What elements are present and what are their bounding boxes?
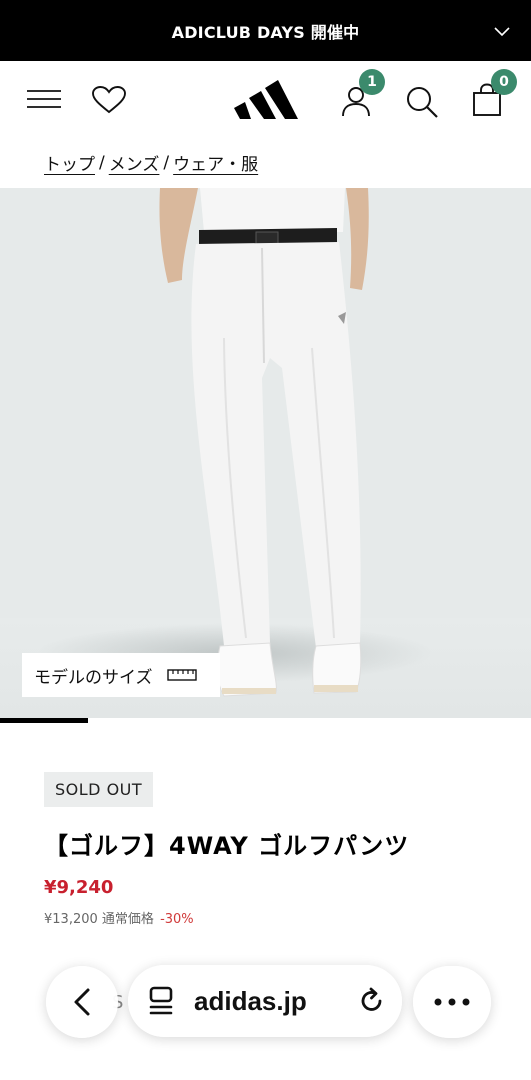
discount-percent: -30% — [160, 912, 194, 927]
chevron-down-icon[interactable] — [493, 22, 511, 40]
gallery-progress-track — [0, 718, 531, 723]
ruler-icon — [166, 669, 197, 681]
hamburger-menu-icon[interactable] — [27, 89, 61, 111]
promo-banner[interactable]: ADICLUB DAYS 開催中 — [0, 0, 531, 61]
breadcrumb-mens[interactable]: メンズ — [109, 150, 160, 175]
original-price-label: 通常価格 — [101, 912, 154, 927]
original-price-line: ¥13,200 通常価格 -30% — [44, 908, 194, 927]
sale-price: ¥9,240 — [44, 877, 114, 898]
breadcrumb-separator: / — [163, 152, 170, 173]
url-text: adidas.jp — [194, 985, 307, 1016]
breadcrumb-wear[interactable]: ウェア・服 — [173, 150, 258, 175]
site-header: 1 0 — [0, 61, 531, 139]
browser-back-button[interactable] — [46, 966, 118, 1038]
status-badge: SOLD OUT — [44, 772, 154, 807]
product-title: 【ゴルフ】4WAY ゴルフパンツ — [44, 832, 410, 860]
back-arrow-icon — [74, 988, 90, 1016]
gallery-progress-fill — [0, 718, 89, 723]
page-menu-icon[interactable] — [148, 986, 174, 1016]
browser-address-bar[interactable]: adidas.jp — [128, 965, 402, 1037]
model-size-button[interactable]: モデルのサイズ — [22, 653, 220, 697]
search-icon[interactable] — [405, 85, 439, 119]
promo-text: ADICLUB DAYS 開催中 — [171, 22, 360, 42]
reload-icon[interactable] — [358, 987, 386, 1015]
model-size-label: モデルのサイズ — [34, 667, 153, 688]
product-image[interactable]: モデルのサイズ — [0, 188, 531, 718]
original-price: ¥13,200 — [44, 912, 98, 927]
breadcrumb-top[interactable]: トップ — [44, 150, 95, 175]
product-photo-illustration — [159, 188, 369, 697]
heart-icon[interactable] — [91, 85, 127, 115]
more-dots-icon — [434, 998, 470, 1006]
adidas-logo-icon[interactable] — [232, 76, 298, 120]
breadcrumb: トップ / メンズ / ウェア・服 — [44, 150, 258, 176]
browser-more-button[interactable] — [413, 966, 491, 1038]
account-badge: 1 — [359, 69, 385, 95]
cart-badge: 0 — [491, 69, 517, 95]
breadcrumb-separator: / — [99, 152, 105, 173]
